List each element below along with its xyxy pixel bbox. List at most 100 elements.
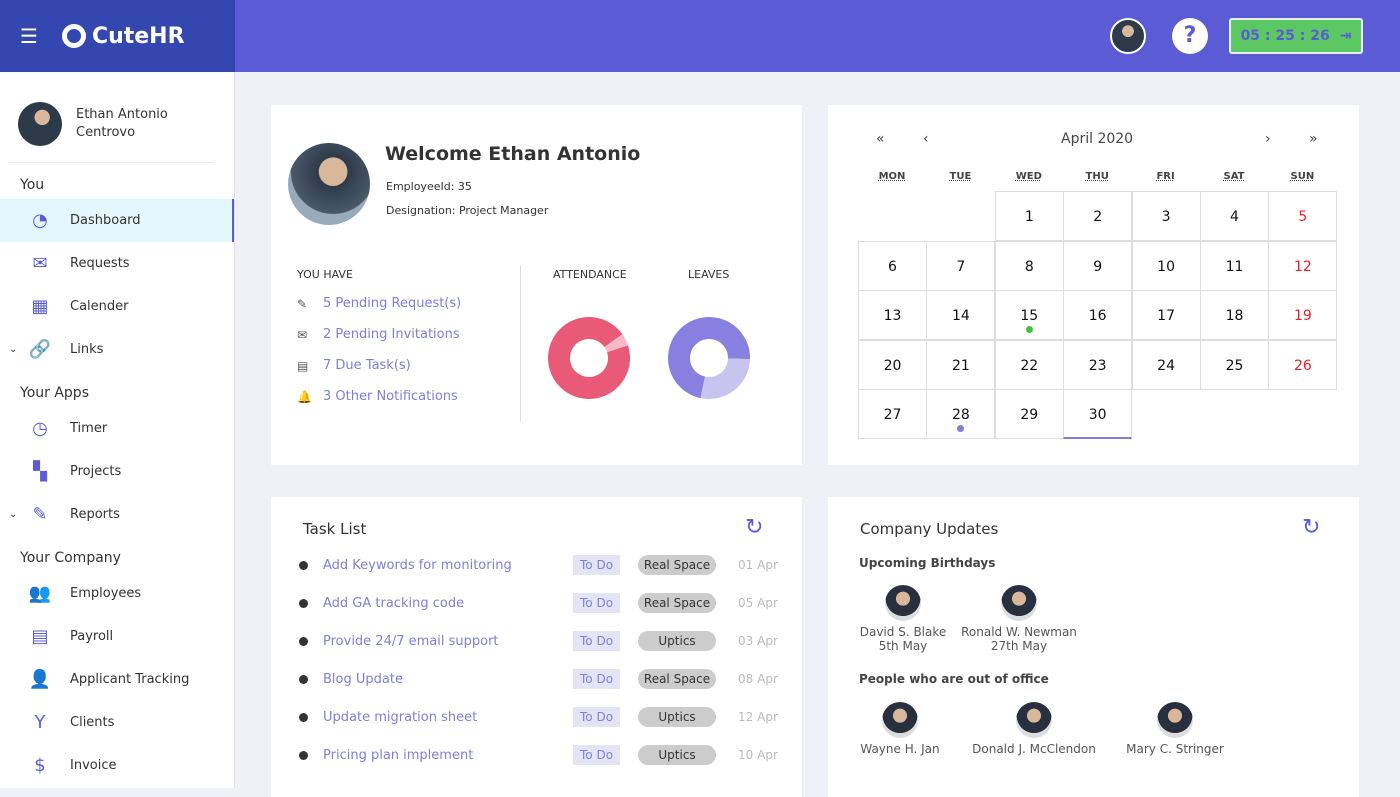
help-button[interactable]: ? (1172, 18, 1208, 54)
sidebar-item-calender[interactable]: ▦ Calender (0, 285, 234, 328)
task-date: 10 Apr (738, 748, 778, 762)
next-month-button[interactable]: › (1265, 131, 1271, 147)
calendar-day[interactable]: 25 (1200, 339, 1269, 390)
calendar-day[interactable]: 8 (994, 240, 1064, 291)
calendar-day[interactable]: 26 (1268, 339, 1338, 390)
sidebar-item-clients[interactable]: Y Clients (0, 701, 234, 744)
profile-photo (288, 143, 370, 225)
task-name-link[interactable]: Update migration sheet (323, 710, 573, 725)
calendar-day[interactable]: 12 (1268, 240, 1338, 291)
employee-id: EmployeeId: 35 (386, 180, 472, 193)
calendar-day[interactable]: 4 (1200, 191, 1269, 241)
task-row: Pricing plan implement To Do Uptics 10 Apr (299, 743, 789, 767)
sidebar-item-employees[interactable]: 👥 Employees (0, 572, 234, 615)
project-badge: Uptics (638, 745, 717, 765)
avatar (882, 702, 918, 738)
calendar-day[interactable]: 3 (1131, 191, 1201, 241)
sidebar-section-title: Your Apps (20, 385, 89, 401)
out-of-office-person[interactable]: Donald J. McClendon (969, 702, 1099, 756)
calendar-day[interactable]: 10 (1131, 240, 1201, 291)
task-name-link[interactable]: Add GA tracking code (323, 596, 573, 611)
notification-link[interactable]: 🔔 3 Other Notifications (297, 389, 458, 404)
out-of-office-person[interactable]: Wayne H. Jan (835, 702, 965, 756)
next-year-button[interactable]: » (1309, 131, 1318, 147)
weekday-header: SAT (1223, 171, 1245, 182)
calendar-day[interactable]: 2 (1063, 191, 1133, 241)
chevron-down-icon[interactable]: ⌄ (9, 344, 17, 355)
client-icon: Y (34, 712, 46, 733)
chevron-down-icon[interactable]: ⌄ (9, 509, 17, 520)
notification-label: 2 Pending Invitations (323, 327, 460, 342)
sidebar-item-reports[interactable]: ⌄ ✎ Reports (0, 493, 234, 536)
task-date: 08 Apr (738, 672, 778, 686)
dollar-icon: $ (34, 755, 46, 776)
notification-link[interactable]: ✉ 2 Pending Invitations (297, 327, 460, 342)
sidebar-item-timer[interactable]: ◷ Timer (0, 407, 234, 450)
sidebar-item-dashboard[interactable]: ◔ Dashboard (0, 199, 234, 242)
calendar-day[interactable]: 14 (926, 290, 996, 341)
birthday-date: 5th May (878, 639, 928, 653)
welcome-card: Welcome Ethan Antonio EmployeeId: 35 Des… (271, 105, 802, 465)
prev-month-button[interactable]: ‹ (923, 131, 929, 147)
calendar-day[interactable]: 18 (1200, 290, 1269, 341)
out-of-office-person[interactable]: Mary C. Stringer (1110, 702, 1240, 756)
calendar-card: « ‹ April 2020 › » MON TUE WED THU FRI SAT SUN… (828, 105, 1359, 465)
task-date: 12 Apr (738, 710, 778, 724)
refresh-icon[interactable]: ↻ (1302, 515, 1320, 540)
calendar-day[interactable]: 23 (1063, 339, 1133, 390)
calendar-day[interactable]: 7 (926, 240, 996, 291)
header-avatar[interactable] (1110, 18, 1146, 54)
leaves-label: LEAVES (688, 268, 730, 281)
calendar-day[interactable]: 11 (1200, 240, 1269, 291)
sidebar-item-invoice[interactable]: $ Invoice (0, 744, 234, 787)
grid-icon: ▚ (33, 461, 47, 482)
calendar-day[interactable]: 27 (858, 389, 927, 440)
calendar-day[interactable]: 29 (994, 389, 1064, 440)
calendar-day[interactable]: 24 (1131, 339, 1201, 390)
task-name-link[interactable]: Provide 24/7 email support (323, 634, 573, 649)
mail-icon: ✉ (297, 327, 308, 342)
sidebar-profile[interactable]: Ethan Antonio Centrovo (8, 72, 214, 163)
calendar-day[interactable]: 20 (858, 339, 927, 390)
birthday-person[interactable]: Ronald W. Newman 27th May (954, 585, 1084, 653)
logout-icon: ⇥ (1339, 28, 1352, 44)
calendar-day[interactable]: 30 (1063, 389, 1133, 440)
sidebar-item-applicant-tracking[interactable]: 👤 Applicant Tracking (0, 658, 234, 701)
logo[interactable]: CuteHR (61, 24, 185, 49)
calendar-day[interactable]: 9 (1063, 240, 1133, 291)
menu-collapse-icon[interactable]: ☰ (20, 24, 38, 48)
calendar-day[interactable]: 17 (1131, 290, 1201, 341)
calendar-day[interactable]: 16 (1063, 290, 1133, 341)
calendar-day[interactable]: 21 (926, 339, 996, 390)
task-name-link[interactable]: Blog Update (323, 672, 573, 687)
task-date: 03 Apr (738, 634, 778, 648)
mail-icon: ✉ (32, 253, 48, 274)
birthday-person[interactable]: David S. Blake 5th May (838, 585, 968, 653)
sidebar-item-requests[interactable]: ✉ Requests (0, 242, 234, 285)
timer-button[interactable]: 05 : 25 : 26 ⇥ (1229, 18, 1363, 54)
calendar-day[interactable]: 15 (994, 290, 1064, 341)
sidebar-item-payroll[interactable]: ▤ Payroll (0, 615, 234, 658)
task-list-title: Task List (303, 520, 367, 538)
calendar-day[interactable]: 19 (1268, 290, 1338, 341)
attendance-slice (548, 317, 630, 399)
sidebar-item-links[interactable]: ⌄ 🔗 Links (0, 328, 234, 371)
calendar-day[interactable]: 28 (926, 389, 996, 440)
calendar-day[interactable]: 1 (994, 191, 1064, 241)
task-name-link[interactable]: Pricing plan implement (323, 748, 573, 763)
calendar-day[interactable]: 5 (1268, 191, 1338, 241)
sidebar: Ethan Antonio Centrovo You ◔ Dashboard ✉ Req… (0, 72, 235, 788)
sidebar-item-projects[interactable]: ▚ Projects (0, 450, 234, 493)
calendar-day[interactable]: 6 (858, 240, 927, 291)
notification-link[interactable]: ✎ 5 Pending Request(s) (297, 296, 461, 311)
prev-year-button[interactable]: « (876, 131, 885, 147)
status-badge: To Do (573, 555, 621, 575)
sidebar-item-label: Payroll (70, 629, 114, 644)
notification-link[interactable]: ▤ 7 Due Task(s) (297, 358, 411, 373)
task-list-card: Task List ↻ Add Keywords for monitoring T… (271, 497, 802, 797)
refresh-icon[interactable]: ↻ (745, 515, 763, 540)
calendar-day[interactable]: 13 (858, 290, 927, 341)
task-name-link[interactable]: Add Keywords for monitoring (323, 558, 573, 573)
calendar-day[interactable]: 22 (994, 339, 1064, 390)
logo-icon (61, 24, 86, 48)
